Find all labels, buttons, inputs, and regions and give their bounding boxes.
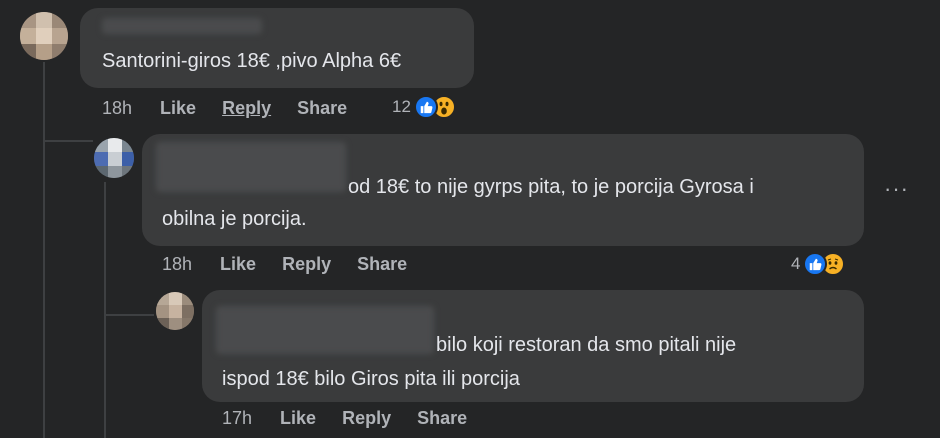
comment-timestamp[interactable]: 18h	[102, 98, 132, 119]
comment-actions: 18h Like Reply Share	[102, 98, 373, 119]
author-name-redacted[interactable]	[156, 142, 346, 192]
more-options-button[interactable]: ···	[884, 176, 909, 202]
like-button[interactable]: Like	[280, 408, 316, 429]
like-button[interactable]: Like	[220, 254, 256, 275]
thread-line	[104, 314, 154, 316]
avatar[interactable]	[20, 12, 68, 60]
comment-text: bilo koji restoran da smo pitali nije	[436, 334, 737, 356]
reaction-summary[interactable]: 4	[791, 252, 846, 276]
reaction-count: 4	[791, 254, 801, 273]
reaction-count: 12	[392, 97, 411, 116]
comment-text: ispod 18€ bilo Giros pita ili porcija	[222, 368, 520, 390]
avatar[interactable]	[94, 138, 134, 178]
comment-bubble: Santorini-giros 18€ ,pivo Alpha 6€	[80, 8, 474, 88]
comment-timestamp[interactable]: 17h	[222, 408, 252, 429]
thread-line	[43, 140, 93, 142]
comment-actions: 17h Like Reply Share	[222, 408, 493, 429]
reaction-summary[interactable]: 12	[392, 95, 456, 119]
like-icon	[413, 95, 438, 119]
like-button[interactable]: Like	[160, 98, 196, 119]
comment-bubble: od 18€ to nije gyrps pita, to je porcija…	[142, 134, 864, 246]
thread-line	[43, 62, 45, 438]
share-button[interactable]: Share	[417, 408, 467, 429]
comment-bubble: bilo koji restoran da smo pitali nije is…	[202, 290, 864, 402]
reply-button[interactable]: Reply	[222, 98, 271, 119]
share-button[interactable]: Share	[357, 254, 407, 275]
share-button[interactable]: Share	[297, 98, 347, 119]
comment-timestamp[interactable]: 18h	[162, 254, 192, 275]
reply-button[interactable]: Reply	[342, 408, 391, 429]
reply-button[interactable]: Reply	[282, 254, 331, 275]
comment-actions: 18h Like Reply Share	[162, 254, 433, 275]
author-name-redacted[interactable]	[216, 306, 434, 354]
comment-text: Santorini-giros 18€ ,pivo Alpha 6€	[102, 50, 402, 72]
thread-line	[104, 182, 106, 438]
avatar[interactable]	[156, 292, 194, 330]
comment-text: obilna je porcija.	[162, 208, 307, 230]
comment-text: od 18€ to nije gyrps pita, to je porcija…	[348, 176, 754, 198]
author-name-redacted[interactable]	[102, 18, 262, 34]
